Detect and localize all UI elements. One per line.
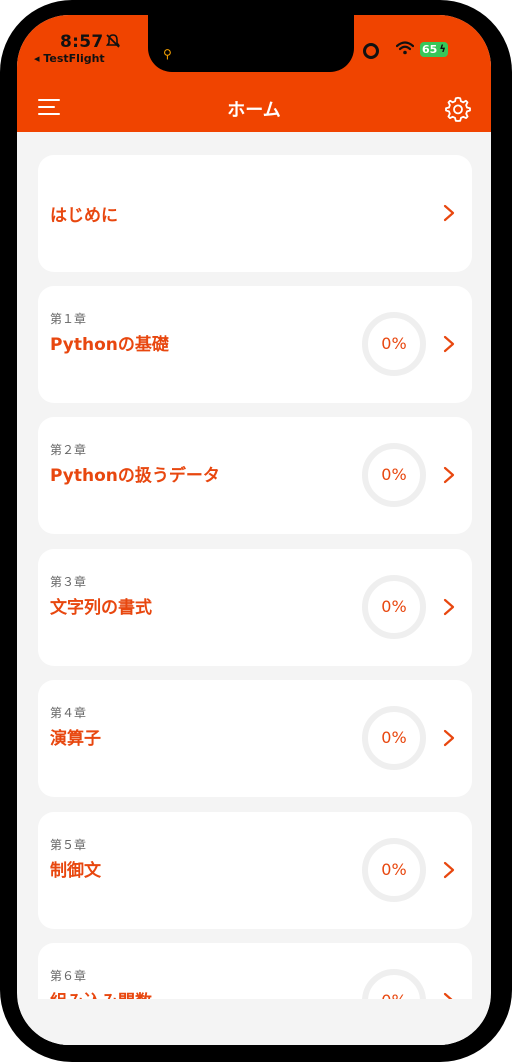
chapter-title: 演算子 [50,729,101,749]
screen: 8:57 ◂ TestFlight ⚲ 65 ϟ ホーム はじめに 第１章 Py… [17,15,491,1045]
battery-icon: 65 ϟ [420,42,448,57]
progress-label: 0% [381,860,407,879]
battery-level: 65 [422,43,438,56]
chevron-right-icon [443,861,455,879]
chapter-card-2[interactable]: 第２章 Pythonの扱うデータ 0% [38,417,472,534]
progress-label: 0% [381,728,407,747]
bottom-bar-area [17,999,491,1045]
chevron-right-icon [443,204,455,222]
chevron-right-icon [443,729,455,747]
gear-icon[interactable] [445,96,471,122]
chapter-card-3[interactable]: 第３章 文字列の書式 0% [38,549,472,666]
charging-bolt-icon: ϟ [439,44,446,55]
action-button [0,132,4,168]
dynamic-island [148,15,354,72]
chapter-number: 第３章 [50,575,87,589]
chapter-title: Pythonの基礎 [50,335,169,355]
chapter-number: 第６章 [50,969,87,983]
chapter-number: 第２章 [50,443,87,457]
back-to-app-link[interactable]: ◂ TestFlight [34,52,105,65]
chapter-number: 第４章 [50,706,87,720]
power-button [508,232,512,344]
intro-card[interactable]: はじめに [38,155,472,272]
chapter-card-1[interactable]: 第１章 Pythonの基礎 0% [38,286,472,403]
wifi-icon [396,41,414,55]
phone-frame: 8:57 ◂ TestFlight ⚲ 65 ϟ ホーム はじめに 第１章 Py… [0,0,512,1062]
progress-label: 0% [381,465,407,484]
progress-label: 0% [381,334,407,353]
chapter-number: 第１章 [50,312,87,326]
progress-label: 0% [381,597,407,616]
intro-title: はじめに [50,206,118,226]
recording-indicator-icon [363,43,379,59]
silent-bell-icon [105,34,121,48]
chapter-title: 文字列の書式 [50,598,152,618]
chevron-right-icon [443,335,455,353]
chevron-right-icon [443,466,455,484]
status-time: 8:57 [60,32,104,52]
chapter-title: Pythonの扱うデータ [50,466,220,486]
app-header: 8:57 ◂ TestFlight ⚲ 65 ϟ ホーム [17,15,491,132]
chevron-right-icon [443,598,455,616]
volume-up-button [0,202,4,268]
chapter-card-4[interactable]: 第４章 演算子 0% [38,680,472,797]
chapter-card-5[interactable]: 第５章 制御文 0% [38,812,472,929]
volume-down-button [0,296,4,362]
location-arrow-icon: ⚲ [163,47,172,61]
chapter-number: 第５章 [50,838,87,852]
page-title: ホーム [227,100,281,121]
chapter-title: 制御文 [50,861,101,881]
